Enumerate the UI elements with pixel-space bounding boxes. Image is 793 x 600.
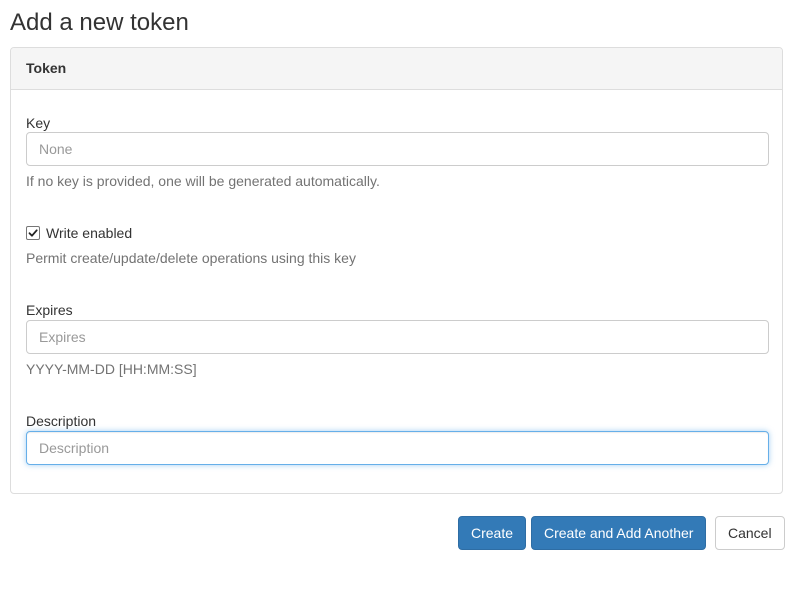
key-label: Key xyxy=(26,115,51,131)
panel-heading: Token xyxy=(11,48,782,90)
write-enabled-label[interactable]: Write enabled xyxy=(46,225,132,241)
key-input[interactable] xyxy=(26,132,769,166)
expires-help-text: YYYY-MM-DD [HH:MM:SS] xyxy=(26,361,197,377)
expires-label: Expires xyxy=(26,302,73,318)
write-enabled-row[interactable]: Write enabled xyxy=(26,223,132,243)
description-input[interactable] xyxy=(26,431,769,465)
create-button[interactable]: Create xyxy=(458,516,527,550)
expires-input[interactable] xyxy=(26,320,769,354)
description-label: Description xyxy=(26,413,97,429)
write-enabled-help-text: Permit create/update/delete operations u… xyxy=(26,250,356,266)
page-title: Add a new token xyxy=(10,9,189,36)
cancel-button[interactable]: Cancel xyxy=(715,516,785,550)
check-icon xyxy=(28,229,38,237)
key-help-text: If no key is provided, one will be gener… xyxy=(26,173,380,189)
create-and-add-another-button[interactable]: Create and Add Another xyxy=(531,516,707,550)
token-panel: Token Key If no key is provided, one wil… xyxy=(10,47,783,494)
write-enabled-checkbox[interactable] xyxy=(26,226,40,240)
